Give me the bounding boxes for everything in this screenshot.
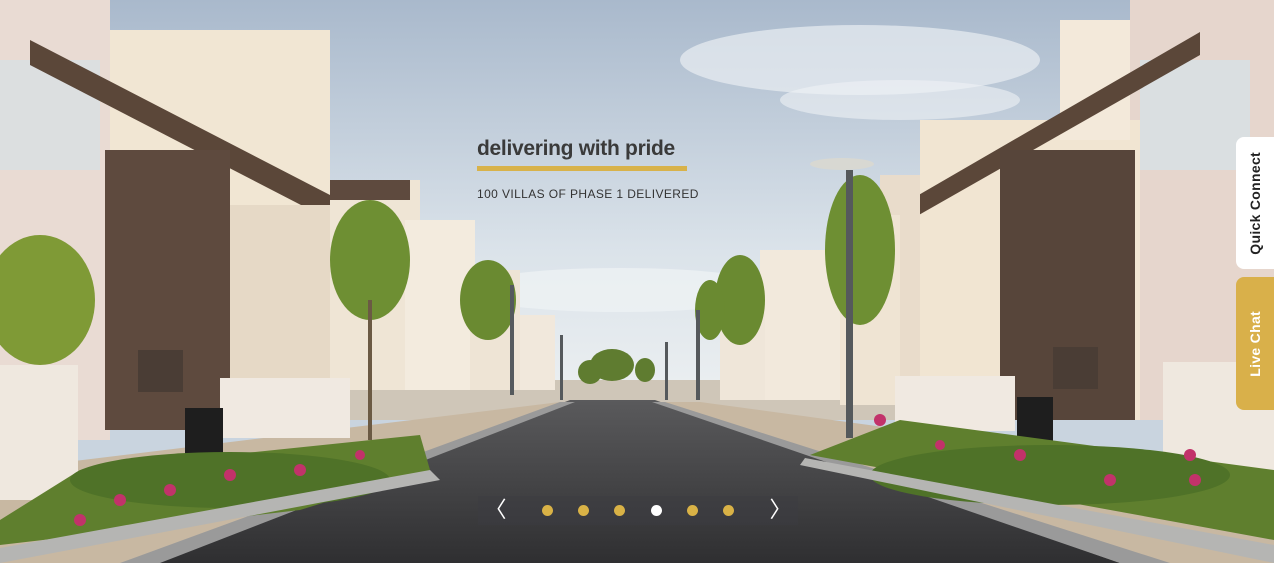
hero-title: delivering with pride: [477, 137, 675, 160]
slider-dot-2[interactable]: [577, 505, 589, 516]
live-chat-label: Live Chat: [1247, 310, 1263, 377]
hero-headline: delivering with pride 100 VILLAS OF PHAS…: [477, 136, 699, 201]
slider-dot-1[interactable]: [541, 505, 553, 516]
hero-banner: [0, 0, 1274, 563]
slider-next-button[interactable]: 〉: [763, 496, 798, 525]
quick-connect-tab[interactable]: Quick Connect: [1236, 137, 1274, 269]
quick-connect-label: Quick Connect: [1247, 151, 1263, 255]
hero-subtitle: 100 VILLAS OF PHASE 1 DELIVERED: [477, 187, 699, 201]
slider-dot-4[interactable]: [650, 505, 662, 516]
hero-photo: [0, 0, 1274, 563]
slider-dots: [513, 505, 763, 516]
slider-dot-3[interactable]: [614, 505, 626, 516]
slider-prev-button[interactable]: 〈: [478, 496, 513, 525]
live-chat-tab[interactable]: Live Chat: [1236, 277, 1274, 410]
slider-dot-6[interactable]: [723, 505, 735, 516]
slider-navigation: 〈 〉: [478, 496, 798, 525]
slider-dot-5[interactable]: [686, 505, 698, 516]
title-underline: [477, 166, 687, 171]
